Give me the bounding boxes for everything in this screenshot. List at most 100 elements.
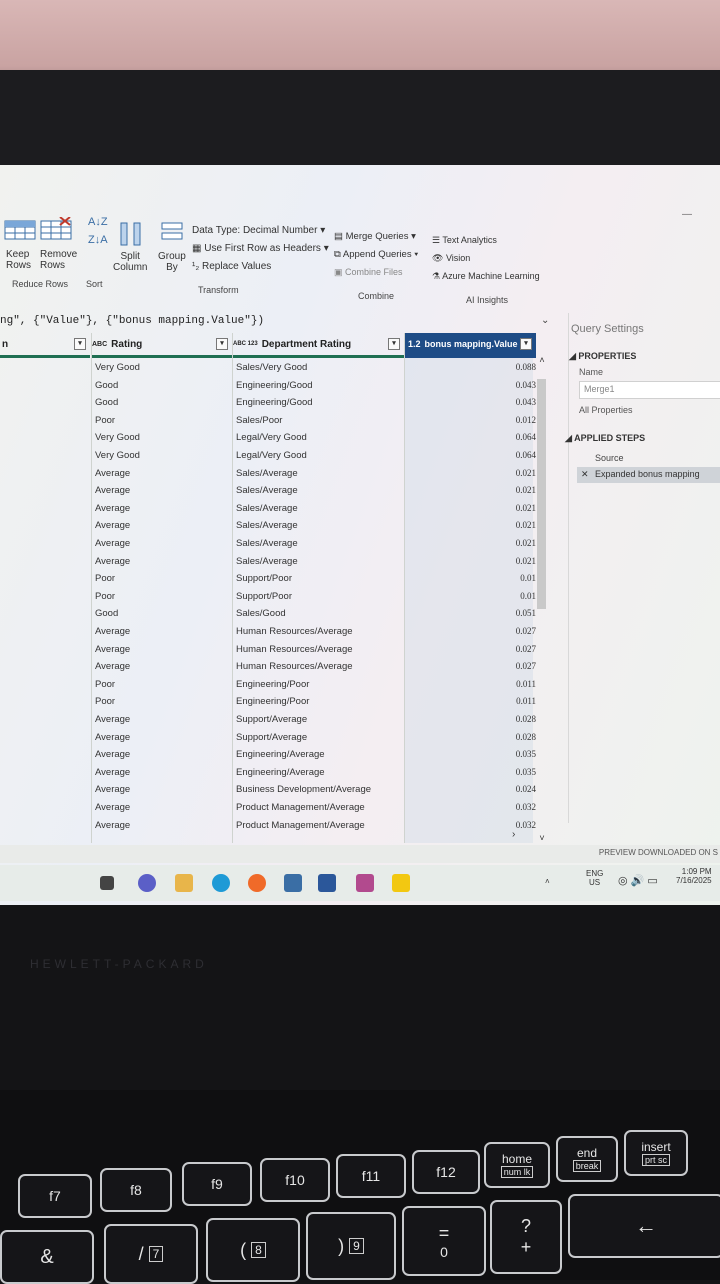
task-view-icon[interactable] [100,876,114,890]
bonus-value-cell[interactable]: 0.012 [408,415,536,425]
azure-ml-button[interactable]: ⚗ Azure Machine Learning [432,271,540,282]
bonus-value-cell[interactable]: 0.064 [408,450,536,460]
bonus-value-cell[interactable]: 0.051 [408,608,536,618]
step-source[interactable]: Source [595,453,624,463]
department-rating-cell[interactable]: Business Development/Average [236,784,371,795]
language-indicator[interactable]: ENG US [586,869,603,887]
table-row[interactable]: Very Good Legal/Very Good 0.064 [0,447,550,465]
table-row[interactable]: Good Sales/Good 0.051 [0,605,550,623]
edge-icon[interactable] [212,874,230,892]
table-row[interactable]: Average Sales/Average 0.021 [0,482,550,500]
table-row[interactable]: Average Business Development/Average 0.024 [0,781,550,799]
key-rparen-9[interactable]: ) 9 [306,1212,396,1280]
rating-cell[interactable]: Average [95,802,130,813]
department-rating-cell[interactable]: Support/Average [236,732,307,743]
department-rating-cell[interactable]: Engineering/Poor [236,679,309,690]
bonus-value-cell[interactable]: 0.01 [408,573,536,583]
word-icon[interactable] [318,874,336,892]
bonus-value-cell[interactable]: 0.01 [408,591,536,601]
remove-rows-button[interactable]: Remove Rows [40,249,77,271]
rating-cell[interactable]: Average [95,661,130,672]
key-f10[interactable]: f10 [260,1158,330,1202]
rating-cell[interactable]: Good [95,380,118,391]
key-slash-7[interactable]: / 7 [104,1224,198,1284]
table-row[interactable]: Average Sales/Average 0.021 [0,517,550,535]
department-rating-cell[interactable]: Sales/Average [236,556,298,567]
department-rating-cell[interactable]: Legal/Very Good [236,432,307,443]
scroll-up-icon[interactable]: ˄ [536,355,548,365]
department-rating-cell[interactable]: Sales/Poor [236,415,282,426]
bonus-value-cell[interactable]: 0.021 [408,468,536,478]
rating-cell[interactable]: Poor [95,591,115,602]
vision-button[interactable]: 👁 Vision [432,253,470,264]
department-rating-cell[interactable]: Support/Poor [236,573,292,584]
teams-icon[interactable] [138,874,156,892]
department-rating-cell[interactable]: Human Resources/Average [236,661,353,672]
department-rating-cell[interactable]: Human Resources/Average [236,626,353,637]
department-rating-cell[interactable]: Support/Poor [236,591,292,602]
table-row[interactable]: Average Product Management/Average 0.032 [0,799,550,817]
department-rating-cell[interactable]: Sales/Average [236,503,298,514]
bonus-value-cell[interactable]: 0.028 [408,714,536,724]
table-row[interactable]: Average Human Resources/Average 0.027 [0,658,550,676]
rating-cell[interactable]: Average [95,626,130,637]
department-rating-cell[interactable]: Sales/Average [236,520,298,531]
key-end[interactable]: end break [556,1136,618,1182]
rating-cell[interactable]: Average [95,538,130,549]
rating-cell[interactable]: Average [95,784,130,795]
key-home[interactable]: home num lk [484,1142,550,1188]
department-rating-cell[interactable]: Sales/Average [236,485,298,496]
column-header-bonus-value[interactable]: 1.2 bonus mapping.Value ▾ [405,333,536,358]
key-f8[interactable]: f8 [100,1168,172,1212]
key-lparen-8[interactable]: ( 8 [206,1218,300,1282]
table-row[interactable]: Average Human Resources/Average 0.027 [0,623,550,641]
use-first-row-button[interactable]: ▦ Use First Row as Headers ▾ [192,243,329,254]
column-header-n[interactable]: n ▾ [0,333,90,358]
table-row[interactable]: Average Support/Average 0.028 [0,729,550,747]
rating-cell[interactable]: Average [95,485,130,496]
table-row[interactable]: Average Support/Average 0.028 [0,711,550,729]
properties-section[interactable]: ◢ PROPERTIES [569,351,636,362]
bonus-value-cell[interactable]: 0.021 [408,538,536,548]
network-volume-battery-icons[interactable]: ◎ 🔊 ▭ [618,874,658,887]
keep-rows-button[interactable]: Keep Rows [6,249,31,271]
department-rating-cell[interactable]: Engineering/Good [236,397,313,408]
department-rating-cell[interactable]: Legal/Very Good [236,450,307,461]
bonus-value-cell[interactable]: 0.043 [408,397,536,407]
formula-bar[interactable]: ng", {"Value"}, {"bonus mapping.Value"})… [0,311,560,331]
bonus-value-cell[interactable]: 0.024 [408,784,536,794]
sort-descending-icon[interactable]: Z↓A [88,235,108,246]
bonus-value-cell[interactable]: 0.035 [408,767,536,777]
table-row[interactable]: Poor Engineering/Poor 0.011 [0,676,550,694]
bonus-value-cell[interactable]: 0.088 [408,362,536,372]
minimize-icon[interactable]: — [682,209,692,220]
vertical-scrollbar[interactable]: ˄ ˅ [536,355,548,843]
bonus-value-cell[interactable]: 0.035 [408,749,536,759]
bonus-value-cell[interactable]: 0.021 [408,485,536,495]
all-properties-link[interactable]: All Properties [579,405,633,415]
rating-cell[interactable]: Poor [95,696,115,707]
text-analytics-button[interactable]: ☰ Text Analytics [432,235,497,246]
filter-dropdown-icon[interactable]: ▾ [74,338,86,350]
delete-step-icon[interactable]: ✕ [581,469,589,480]
column-header-rating[interactable]: ABC Rating ▾ [92,333,232,358]
snipping-tool-icon[interactable] [356,874,374,892]
firefox-icon[interactable] [248,874,266,892]
rating-cell[interactable]: Poor [95,573,115,584]
rating-cell[interactable]: Good [95,397,118,408]
group-by-button[interactable]: Group By [158,251,186,273]
key-f9[interactable]: f9 [182,1162,252,1206]
table-row[interactable]: Good Engineering/Good 0.043 [0,377,550,395]
table-row[interactable]: Average Product Management/Average 0.032 [0,817,550,835]
bonus-value-cell[interactable]: 0.021 [408,556,536,566]
department-rating-cell[interactable]: Sales/Average [236,468,298,479]
combine-files-button[interactable]: ▣ Combine Files [334,267,403,278]
table-row[interactable]: Average Sales/Average 0.021 [0,465,550,483]
key-equals-zero[interactable]: = 0 [402,1206,486,1276]
expand-formula-icon[interactable]: ⌄ [541,315,549,327]
rating-cell[interactable]: Poor [95,415,115,426]
department-rating-cell[interactable]: Engineering/Poor [236,696,309,707]
table-row[interactable]: Average Sales/Average 0.021 [0,553,550,571]
clock[interactable]: 1:09 PM 7/16/2025 [676,867,712,885]
replace-values-button[interactable]: ¹₂ Replace Values [192,261,271,272]
